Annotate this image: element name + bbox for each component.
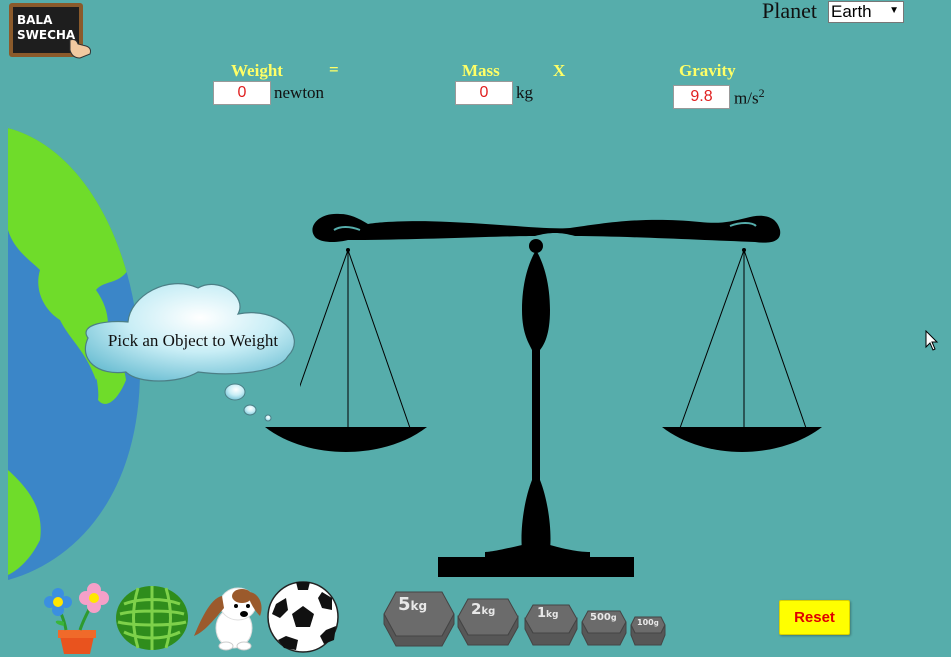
weight-5kg[interactable]: 5kg bbox=[382, 590, 456, 648]
weight-500g[interactable]: 500g bbox=[580, 609, 628, 647]
flower-pot-object[interactable] bbox=[40, 578, 114, 656]
gravity-field[interactable]: 9.8 bbox=[673, 85, 730, 109]
weight-label: Weight bbox=[231, 61, 283, 80]
weight-100g[interactable]: 100g bbox=[629, 615, 667, 647]
watermelon-object[interactable] bbox=[114, 584, 190, 652]
weight-2kg-label: 2kg bbox=[471, 600, 496, 618]
planet-label: Planet bbox=[762, 0, 817, 23]
planet-select-value: Earth bbox=[831, 2, 872, 21]
weight-100g-label: 100g bbox=[637, 618, 659, 627]
dropdown-arrow-icon: ▼ bbox=[889, 5, 899, 16]
gravity-unit-exponent: 2 bbox=[758, 86, 765, 100]
weight-field[interactable]: 0 bbox=[213, 81, 271, 105]
reset-button[interactable]: Reset bbox=[779, 600, 850, 635]
weight-1kg[interactable]: 1kg bbox=[523, 603, 579, 647]
weight-5kg-label: 5kg bbox=[398, 594, 428, 615]
weight-2kg[interactable]: 2kg bbox=[456, 597, 520, 647]
weight-500g-label: 500g bbox=[590, 612, 617, 623]
planet-select[interactable]: Earth ▼ bbox=[828, 1, 904, 23]
bala-swecha-logo[interactable]: BALA SWECHA bbox=[8, 2, 94, 60]
mass-label: Mass bbox=[462, 61, 500, 80]
multiply-sign: X bbox=[553, 61, 566, 80]
mouse-cursor-icon bbox=[925, 330, 939, 351]
soccer-ball-object[interactable] bbox=[266, 580, 340, 654]
gravity-unit-text: m/s bbox=[734, 88, 759, 108]
logo-text-line2: SWECHA bbox=[17, 28, 76, 42]
gravity-unit: m/s2 bbox=[734, 86, 765, 109]
pick-object-prompt: Pick an Object to Weight bbox=[107, 331, 279, 350]
gravity-label: Gravity bbox=[679, 61, 736, 80]
mass-field[interactable]: 0 bbox=[455, 81, 513, 105]
left-pan[interactable] bbox=[265, 424, 427, 454]
dog-object[interactable] bbox=[190, 582, 266, 652]
logo-text-line1: BALA bbox=[17, 13, 53, 27]
equals-sign: = bbox=[329, 60, 339, 79]
weight-unit: newton bbox=[274, 83, 325, 102]
weight-1kg-label: 1kg bbox=[537, 606, 559, 621]
mass-unit: kg bbox=[516, 83, 533, 102]
right-pan[interactable] bbox=[662, 424, 822, 454]
balance-scale-image bbox=[300, 213, 807, 577]
